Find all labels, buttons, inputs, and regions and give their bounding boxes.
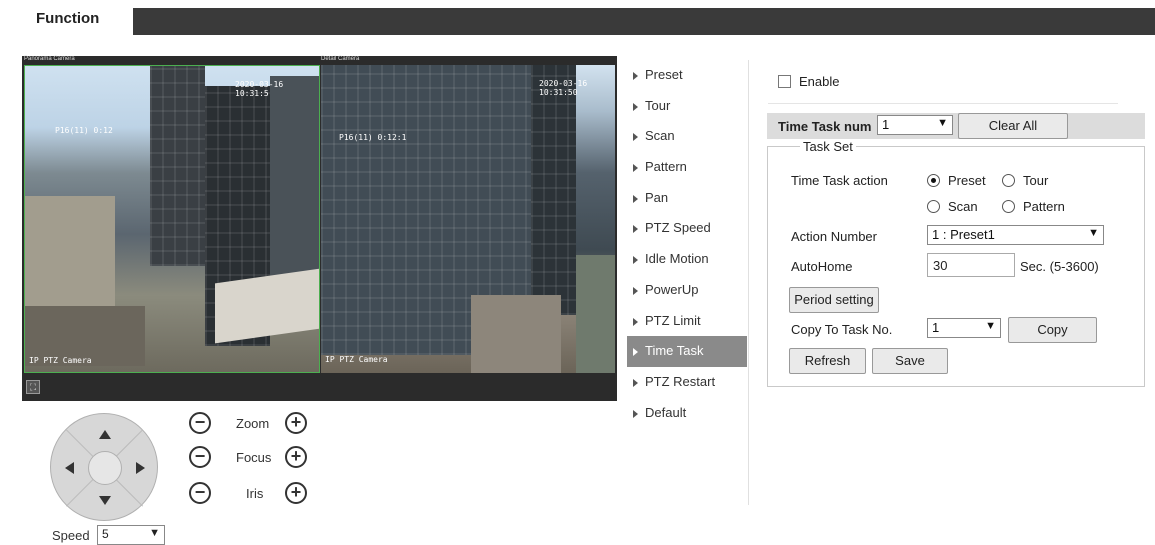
copy-to-select[interactable]: 1 ▼ (927, 318, 1001, 338)
function-menu: Preset Tour Scan Pattern Pan PTZ Speed I… (627, 60, 747, 428)
detail-camera-view[interactable]: 2020-03-16 10:31:50 P16(11) 0:12:1 IP PT… (321, 65, 615, 373)
video-panel: Panorama Camera Detail Camera 2020-03-16… (22, 56, 617, 401)
ptz-left-icon[interactable] (65, 462, 74, 474)
autohome-hint: Sec. (5-3600) (1020, 259, 1099, 274)
ptz-center-button[interactable] (88, 451, 122, 485)
clear-all-button[interactable]: Clear All (958, 113, 1068, 139)
focus-near-button[interactable]: − (189, 446, 211, 468)
menu-item-powerup[interactable]: PowerUp (627, 275, 747, 306)
triangle-right-icon (633, 378, 638, 387)
zoom-out-button[interactable]: − (189, 412, 211, 434)
cam2-name: IP PTZ Camera (325, 355, 388, 364)
chevron-down-icon: ▼ (985, 320, 996, 332)
time-task-num-label: Time Task num (778, 119, 872, 134)
triangle-right-icon (633, 348, 638, 357)
triangle-right-icon (633, 164, 638, 173)
radio-selected-icon (927, 174, 940, 187)
fullscreen-icon[interactable]: ⛶ (26, 380, 40, 394)
menu-item-preset[interactable]: Preset (627, 60, 747, 91)
iris-close-button[interactable]: − (189, 482, 211, 504)
divider (768, 103, 1118, 104)
top-bar: Function (0, 0, 1155, 35)
radio-pattern[interactable]: Pattern (1002, 199, 1065, 214)
radio-icon (1002, 200, 1015, 213)
triangle-right-icon (633, 72, 638, 80)
menu-item-time-task[interactable]: Time Task (627, 336, 747, 367)
detail-camera-label: Detail Camera (321, 56, 360, 62)
menu-divider (748, 60, 749, 505)
panorama-camera-label: Panorama Camera (24, 56, 75, 62)
header-strip (133, 8, 1155, 35)
ptz-up-icon[interactable] (99, 430, 111, 439)
tab-function[interactable]: Function (14, 4, 133, 35)
triangle-right-icon (633, 286, 638, 295)
menu-item-ptz-limit[interactable]: PTZ Limit (627, 306, 747, 337)
triangle-right-icon (633, 256, 638, 265)
triangle-right-icon (633, 225, 638, 234)
triangle-right-icon (633, 194, 638, 203)
cam2-overlay: P16(11) 0:12:1 (339, 133, 407, 142)
cam1-overlay: P16(11) 0:12 (55, 126, 113, 135)
time-task-header: Time Task num (767, 113, 1145, 139)
chevron-down-icon: ▼ (149, 527, 160, 539)
menu-item-idle-motion[interactable]: Idle Motion (627, 244, 747, 275)
chevron-down-icon: ▼ (937, 117, 948, 129)
cam1-name: IP PTZ Camera (29, 356, 92, 365)
copy-button[interactable]: Copy (1008, 317, 1097, 343)
menu-item-ptz-speed[interactable]: PTZ Speed (627, 213, 747, 244)
triangle-right-icon (633, 409, 638, 418)
menu-item-ptz-restart[interactable]: PTZ Restart (627, 367, 747, 398)
panorama-camera-view[interactable]: 2020-03-16 10:31:5 P16(11) 0:12 IP PTZ C… (24, 65, 320, 373)
ptz-down-icon[interactable] (99, 496, 111, 505)
radio-icon (927, 200, 940, 213)
enable-label: Enable (799, 74, 840, 89)
video-toolbar: ⛶ (22, 374, 617, 401)
menu-item-default[interactable]: Default (627, 398, 747, 429)
enable-checkbox[interactable] (778, 75, 791, 88)
refresh-button[interactable]: Refresh (789, 348, 866, 374)
copy-to-label: Copy To Task No. (791, 322, 893, 337)
enable-row: Enable (778, 74, 839, 89)
iris-label: Iris (246, 486, 264, 501)
triangle-right-icon (633, 102, 638, 111)
iris-open-button[interactable]: + (285, 482, 307, 504)
action-number-label: Action Number (791, 229, 877, 244)
ptz-direction-pad[interactable] (50, 413, 158, 521)
radio-tour[interactable]: Tour (1002, 173, 1048, 188)
speed-label: Speed (52, 528, 90, 543)
autohome-label: AutoHome (791, 259, 853, 274)
menu-item-scan[interactable]: Scan (627, 121, 747, 152)
time-task-num-select[interactable]: 1 ▼ (877, 115, 953, 135)
period-setting-button[interactable]: Period setting (789, 287, 879, 313)
focus-label: Focus (236, 450, 272, 465)
radio-scan[interactable]: Scan (927, 199, 978, 214)
radio-icon (1002, 174, 1015, 187)
task-set-legend: Task Set (800, 139, 856, 154)
action-number-select[interactable]: 1 : Preset1 ▼ (927, 225, 1104, 245)
chevron-down-icon: ▼ (1088, 227, 1099, 239)
triangle-right-icon (633, 133, 638, 142)
cam2-timestamp: 2020-03-16 10:31:50 (539, 79, 588, 97)
triangle-right-icon (633, 317, 638, 326)
ptz-right-icon[interactable] (136, 462, 145, 474)
zoom-in-button[interactable]: + (285, 412, 307, 434)
zoom-label: Zoom (236, 416, 270, 431)
cam1-timestamp: 2020-03-16 10:31:5 (235, 80, 284, 98)
save-button[interactable]: Save (872, 348, 948, 374)
speed-select[interactable]: 5 ▼ (97, 525, 165, 545)
autohome-input[interactable]: 30 (927, 253, 1015, 277)
radio-preset[interactable]: Preset (927, 173, 986, 188)
menu-item-pattern[interactable]: Pattern (627, 152, 747, 183)
menu-item-tour[interactable]: Tour (627, 91, 747, 122)
time-task-action-label: Time Task action (791, 173, 888, 188)
menu-item-pan[interactable]: Pan (627, 183, 747, 214)
focus-far-button[interactable]: + (285, 446, 307, 468)
